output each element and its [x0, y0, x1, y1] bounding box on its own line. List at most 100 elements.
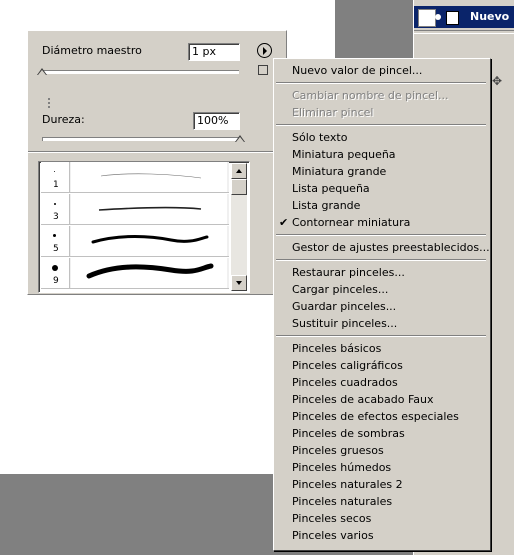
menu-separator	[276, 234, 486, 236]
menu-item-label: Eliminar pincel	[292, 106, 374, 119]
menu-item-label: Sólo texto	[292, 131, 348, 144]
menu-item[interactable]: Pinceles gruesos	[274, 442, 490, 459]
layer-thumbnail	[418, 9, 436, 27]
hardness-slider-track[interactable]	[42, 137, 241, 141]
hardness-label: Dureza:	[42, 113, 85, 126]
menu-item-label: Restaurar pinceles...	[292, 266, 405, 279]
brush-tip-icon	[52, 265, 58, 271]
brush-options-menu: Nuevo valor de pincel... Cambiar nombre d…	[273, 58, 491, 551]
brush-picker-panel: Diámetro maestro 1 px Dureza: 100% 1 3 5…	[27, 30, 287, 295]
layer-row[interactable]: Nuevo	[414, 6, 514, 28]
menu-item[interactable]: Gestor de ajustes preestablecidos...	[274, 239, 490, 256]
menu-item-label: Pinceles naturales 2	[292, 478, 403, 491]
menu-item-label: Guardar pinceles...	[292, 300, 397, 313]
menu-item-label: Lista pequeña	[292, 182, 370, 195]
panel-divider	[28, 151, 286, 153]
move-icon[interactable]: ✥	[492, 74, 502, 88]
scroll-down-button[interactable]	[231, 275, 247, 291]
menu-item-label: Miniatura pequeña	[292, 148, 396, 161]
brush-tip-icon	[54, 203, 56, 205]
menu-item[interactable]: Pinceles de acabado Faux	[274, 391, 490, 408]
panel-menu-button[interactable]	[257, 43, 272, 58]
menu-item[interactable]: Cargar pinceles...	[274, 281, 490, 298]
menu-item[interactable]: Lista grande	[274, 197, 490, 214]
menu-item-label: Pinceles naturales	[292, 495, 393, 508]
menu-item[interactable]: Lista pequeña	[274, 180, 490, 197]
brush-stroke-preview	[71, 226, 227, 256]
menu-item[interactable]: Restaurar pinceles...	[274, 264, 490, 281]
menu-item[interactable]: Miniatura pequeña	[274, 146, 490, 163]
menu-item[interactable]: Miniatura grande	[274, 163, 490, 180]
brush-item[interactable]: 9	[41, 258, 229, 289]
menu-item[interactable]: Pinceles básicos	[274, 340, 490, 357]
menu-item-label: Pinceles secos	[292, 512, 372, 525]
menu-item[interactable]: Pinceles de sombras	[274, 425, 490, 442]
menu-item-label: Pinceles húmedos	[292, 461, 392, 474]
menu-item-label: Gestor de ajustes preestablecidos...	[292, 241, 490, 254]
menu-item[interactable]: Pinceles húmedos	[274, 459, 490, 476]
brush-item[interactable]: 3	[41, 194, 229, 225]
resize-grip-icon[interactable]	[258, 65, 268, 75]
menu-item[interactable]: Pinceles caligráficos	[274, 357, 490, 374]
menu-item[interactable]: Sustituir pinceles...	[274, 315, 490, 332]
brush-swatch: 5	[41, 226, 70, 256]
layer-document-icon	[446, 11, 459, 25]
hardness-input[interactable]: 100%	[193, 112, 240, 130]
brush-tip-icon	[53, 234, 56, 237]
diameter-input[interactable]: 1 px	[188, 43, 240, 61]
brush-stroke-preview	[71, 162, 227, 192]
menu-item: Cambiar nombre de pincel...	[274, 87, 490, 104]
menu-item-label: Pinceles caligráficos	[292, 359, 403, 372]
menu-item-label: Pinceles de sombras	[292, 427, 405, 440]
menu-separator	[276, 259, 486, 261]
menu-item-label: Pinceles gruesos	[292, 444, 384, 457]
brush-size: 5	[53, 244, 59, 254]
drag-handle-icon	[48, 98, 52, 108]
menu-item-label: Lista grande	[292, 199, 361, 212]
menu-item-label: Pinceles de efectos especiales	[292, 410, 459, 423]
brush-list-scrollbar[interactable]	[231, 163, 247, 291]
menu-item[interactable]: ✔ Contornear miniatura	[274, 214, 490, 231]
menu-item-label: Pinceles de acabado Faux	[292, 393, 434, 406]
brush-size: 9	[53, 276, 59, 286]
layer-name: Nuevo	[470, 10, 510, 23]
brush-size: 1	[53, 180, 59, 190]
diameter-label: Diámetro maestro	[42, 44, 142, 57]
brush-swatch: 1	[41, 162, 70, 192]
menu-separator	[276, 82, 486, 84]
menu-separator	[276, 335, 486, 337]
brush-item[interactable]: 1	[41, 162, 229, 193]
menu-item[interactable]: Pinceles secos	[274, 510, 490, 527]
brush-item[interactable]: 5	[41, 226, 229, 257]
menu-item-label: Pinceles varios	[292, 529, 374, 542]
brush-tip-icon	[54, 171, 55, 172]
scroll-up-button[interactable]	[231, 163, 247, 179]
menu-item-label: Sustituir pinceles...	[292, 317, 398, 330]
brush-stroke-preview	[71, 194, 227, 224]
menu-item-label: Pinceles cuadrados	[292, 376, 398, 389]
diameter-slider-thumb[interactable]	[37, 68, 47, 75]
menu-separator	[276, 124, 486, 126]
menu-item[interactable]: Pinceles naturales 2	[274, 476, 490, 493]
brush-size: 3	[53, 212, 59, 222]
brush-swatch: 3	[41, 194, 70, 224]
menu-item[interactable]: Pinceles varios	[274, 527, 490, 544]
menu-item-label: Nuevo valor de pincel...	[292, 64, 423, 77]
menu-item[interactable]: Pinceles de efectos especiales	[274, 408, 490, 425]
brush-list[interactable]: 1 3 5 9	[38, 161, 250, 293]
layer-link-icon	[435, 14, 441, 20]
menu-item[interactable]: Pinceles naturales	[274, 493, 490, 510]
menu-item: Eliminar pincel	[274, 104, 490, 121]
menu-item-label: Cambiar nombre de pincel...	[292, 89, 449, 102]
menu-item[interactable]: Pinceles cuadrados	[274, 374, 490, 391]
menu-item[interactable]: Sólo texto	[274, 129, 490, 146]
brush-swatch: 9	[41, 258, 70, 288]
hardness-slider-thumb[interactable]	[235, 135, 245, 142]
menu-item-label: Miniatura grande	[292, 165, 387, 178]
diameter-slider-track[interactable]	[42, 70, 239, 74]
menu-item[interactable]: Nuevo valor de pincel...	[274, 62, 490, 79]
layers-divider	[414, 30, 514, 34]
menu-item-label: Cargar pinceles...	[292, 283, 389, 296]
scroll-thumb[interactable]	[231, 179, 247, 195]
menu-item[interactable]: Guardar pinceles...	[274, 298, 490, 315]
